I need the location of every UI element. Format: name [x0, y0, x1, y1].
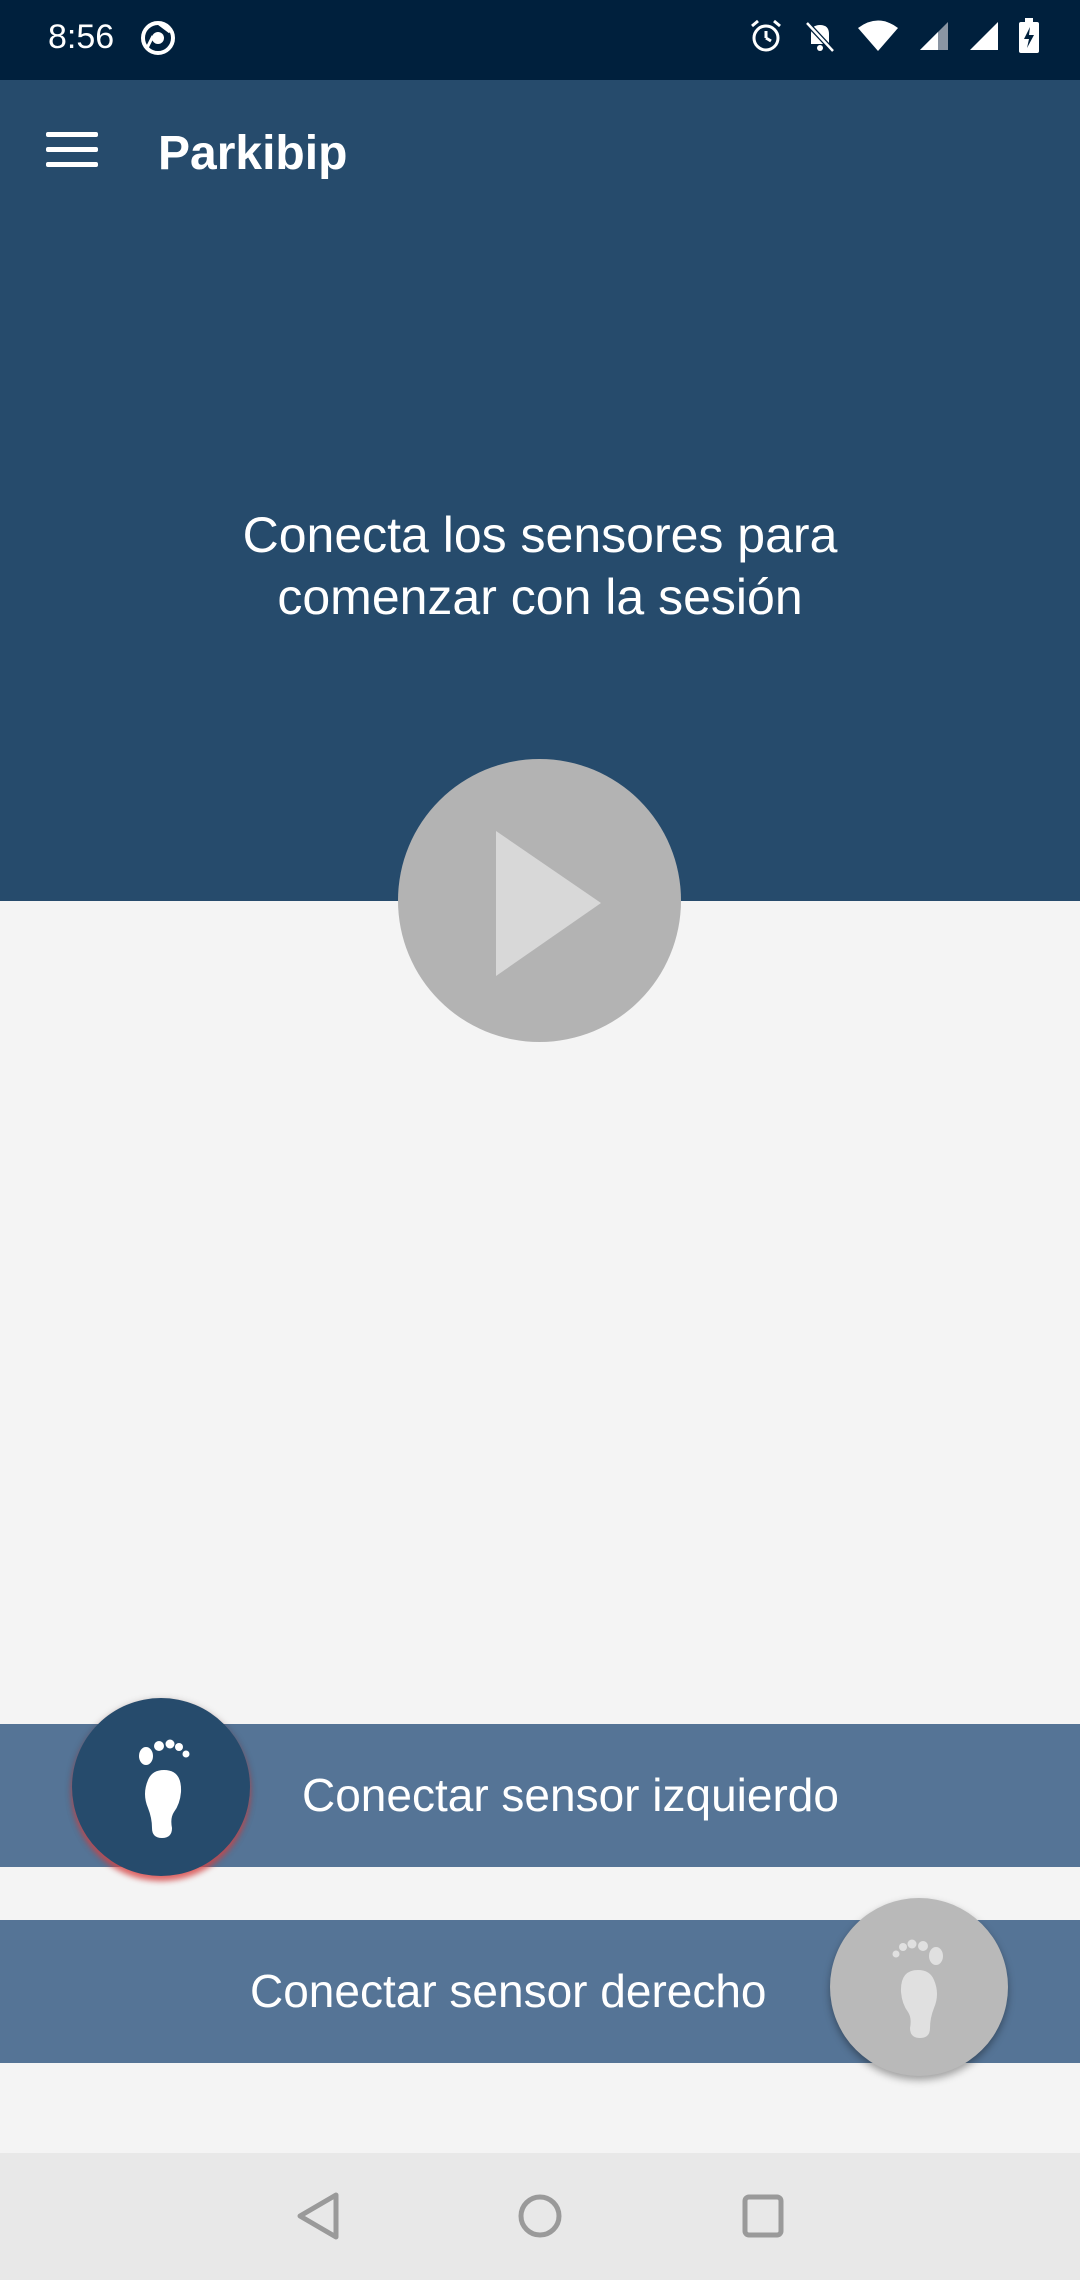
recent-apps-icon[interactable]	[740, 2191, 786, 2241]
system-nav-bar	[0, 2153, 1080, 2280]
foot-icon	[892, 1939, 943, 2038]
app-bar: Parkibip	[0, 80, 1080, 229]
left-sensor-button[interactable]	[72, 1698, 250, 1876]
chrome-icon	[141, 21, 175, 55]
notifications-off-icon	[805, 21, 835, 53]
wifi-icon	[858, 20, 898, 51]
right-sensor-button[interactable]	[830, 1898, 1008, 2076]
status-time: 8:56	[48, 18, 115, 56]
signal-icon	[920, 22, 948, 50]
connect-left-sensor-label: Conectar sensor izquierdo	[302, 1769, 839, 1821]
alarm-icon	[751, 19, 781, 52]
battery-charging-icon	[1019, 18, 1039, 53]
hamburger-menu-icon[interactable]	[46, 132, 98, 176]
hero-message: Conecta los sensores para comenzar con l…	[242, 507, 838, 625]
status-bar: 8:56	[0, 0, 1080, 80]
back-icon[interactable]	[294, 2191, 342, 2241]
signal-icon	[970, 22, 998, 50]
play-icon	[496, 831, 601, 976]
home-icon[interactable]	[516, 2191, 564, 2241]
start-session-button[interactable]	[398, 759, 681, 1042]
connect-right-sensor-label: Conectar sensor derecho	[250, 1965, 767, 2017]
foot-icon	[139, 1739, 190, 1838]
app-title: Parkibip	[158, 127, 348, 180]
